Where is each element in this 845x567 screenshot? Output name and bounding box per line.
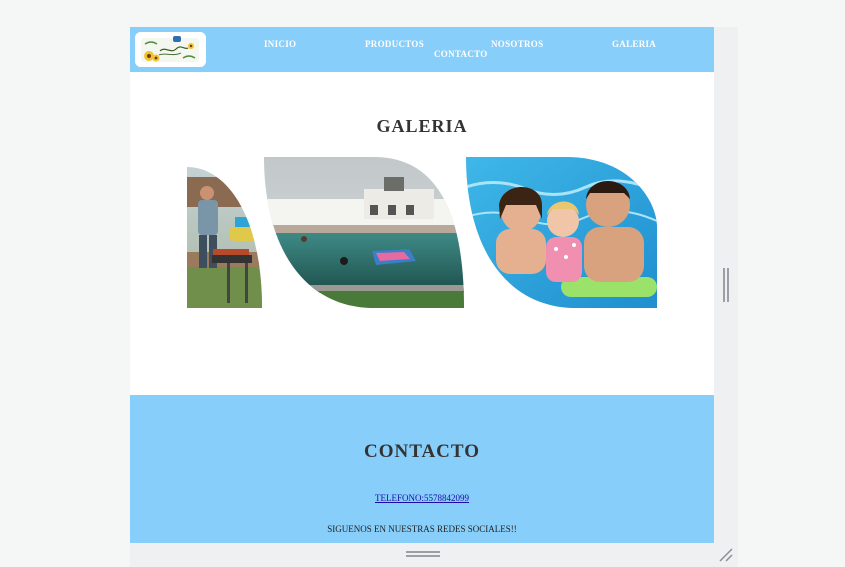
nav-link-galeria[interactable]: GALERIA (612, 39, 656, 49)
gallery-photo-grilling[interactable] (187, 157, 262, 308)
vertical-resize-handle[interactable] (723, 268, 729, 302)
page-viewport: INICIO PRODUCTOS NOSOTROS GALERIA CONTAC… (130, 27, 714, 543)
horizontal-resize-handle[interactable] (406, 551, 440, 557)
gallery-photo-pool[interactable] (264, 157, 464, 308)
sunflower-logo-icon (135, 32, 206, 67)
nav-link-nosotros[interactable]: NOSOTROS (491, 39, 543, 49)
corner-resize-handle[interactable] (718, 548, 734, 562)
phone-link[interactable]: TELEFONO:5578842099 (130, 493, 714, 503)
contact-section: CONTACTO TELEFONO:5578842099 SIGUENOS EN… (130, 395, 714, 543)
pool-photo (264, 157, 464, 308)
gallery-photo-family[interactable] (466, 157, 657, 308)
gallery-title: GALERIA (376, 116, 468, 136)
site-logo[interactable] (135, 32, 206, 67)
family-pool-photo (466, 157, 657, 308)
nav-link-productos[interactable]: PRODUCTOS (365, 39, 424, 49)
nav-link-contacto[interactable]: CONTACTO (434, 49, 488, 59)
navbar: INICIO PRODUCTOS NOSOTROS GALERIA CONTAC… (130, 27, 714, 72)
man-grilling-photo (187, 167, 262, 308)
social-text: SIGUENOS EN NUESTRAS REDES SOCIALES!! (327, 524, 517, 534)
nav-link-inicio[interactable]: INICIO (264, 39, 296, 49)
resize-corner-icon (719, 548, 733, 562)
contact-title: CONTACTO (363, 441, 481, 462)
